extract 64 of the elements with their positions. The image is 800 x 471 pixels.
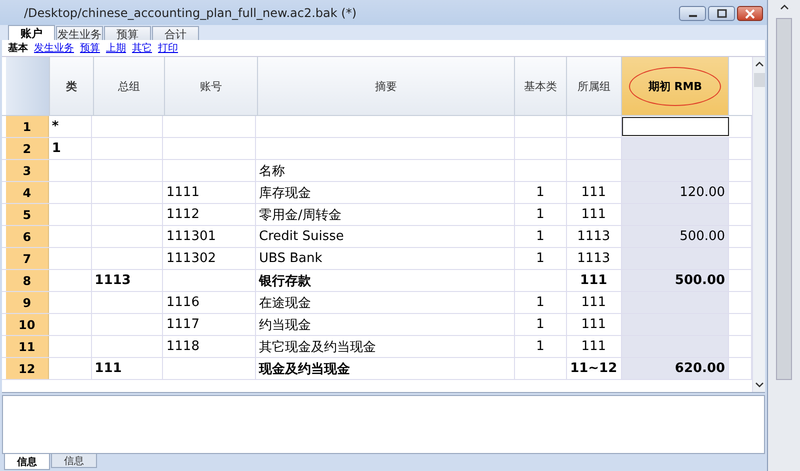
table-cell: 约当现金 [256,314,515,335]
column-header[interactable]: 期初 RMB [622,57,730,115]
table-cell: 在途现金 [256,292,515,313]
table-cell: 500.00 [622,270,730,291]
column-header[interactable]: 摘要 [258,57,515,115]
table-cell: 1 [514,226,567,247]
row-number[interactable]: 12 [6,358,49,379]
view-link[interactable]: 其它 [132,41,152,55]
column-header[interactable]: 账号 [165,57,258,115]
table-cell: Credit Suisse [256,226,515,247]
window-title: /Desktop/chinese_accounting_plan_full_new.ac2.bak (*) [24,6,357,20]
tab[interactable]: 账户 [8,25,55,40]
table-cell: 1 [514,204,567,225]
tab[interactable]: 合计 [152,26,199,40]
table-cell: UBS Bank [256,248,515,269]
column-header[interactable]: 类 [50,57,94,115]
table-cell: 500.00 [622,226,730,247]
row-number[interactable]: 6 [6,226,49,247]
row-number[interactable]: 4 [6,182,49,203]
view-link[interactable]: 基本 [8,41,28,55]
table-cell: 1117 [163,314,256,335]
table-cell: 620.00 [622,358,730,379]
row-number[interactable]: 5 [6,204,49,225]
view-link[interactable]: 预算 [80,41,100,55]
table-cell: 1111 [163,182,256,203]
table-cell: 其它现金及约当现金 [256,336,515,357]
table-cell: 1113 [92,270,164,291]
row-number[interactable]: 9 [6,292,49,313]
row-number[interactable]: 2 [6,138,49,159]
row-number[interactable]: 8 [6,270,49,291]
table-cell: 零用金/周转金 [256,204,515,225]
row-number[interactable]: 7 [6,248,49,269]
table-cell: 111301 [163,226,256,247]
table-cell: 111 [92,358,164,379]
table-cell: 名称 [256,160,515,181]
table-cell: 111302 [163,248,256,269]
table-cell: * [48,116,92,137]
tab[interactable]: 预算 [104,26,151,40]
column-header[interactable]: 所属组 [566,57,622,115]
table-cell: 1 [514,314,567,335]
tab[interactable]: 信息 [51,454,97,468]
view-link[interactable]: 发生业务 [34,41,74,55]
row-number[interactable]: 1 [6,116,49,137]
table-cell: 120.00 [622,182,730,203]
tab[interactable]: 信息 [4,454,50,470]
table-cell: 1 [514,248,567,269]
table-cell: 1 [514,336,567,357]
table-cell: 1 [48,138,92,159]
table-cell: 现金及约当现金 [256,358,515,379]
table-cell: 1112 [163,204,256,225]
tab[interactable]: 发生业务 [56,26,103,40]
row-number[interactable]: 10 [6,314,49,335]
table-cell: 1116 [163,292,256,313]
table-cell: 1 [514,182,567,203]
row-number[interactable]: 11 [6,336,49,357]
row-number[interactable]: 3 [6,160,49,181]
view-link[interactable]: 上期 [106,41,126,55]
table-cell: 1118 [163,336,256,357]
table-cell: 1 [514,292,567,313]
table-cell: 银行存款 [256,270,515,291]
view-link[interactable]: 打印 [158,41,178,55]
table-cell: 库存现金 [256,182,515,203]
column-header[interactable]: 基本类 [514,57,567,115]
column-header[interactable]: 总组 [94,57,166,115]
